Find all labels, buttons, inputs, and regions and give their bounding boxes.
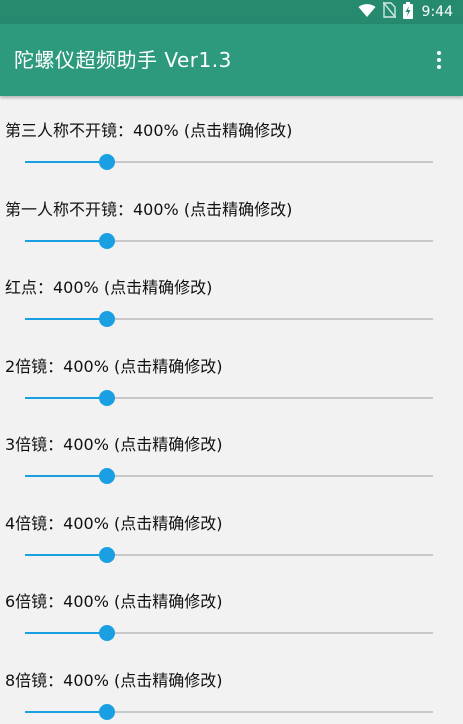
setting-row: 4倍镜：400% (点击精确修改) bbox=[0, 489, 463, 568]
slider-fill bbox=[25, 554, 107, 556]
slider-thumb[interactable] bbox=[99, 704, 115, 720]
slider-thumb[interactable] bbox=[99, 390, 115, 406]
menu-dot bbox=[437, 58, 441, 62]
slider-fill bbox=[25, 240, 107, 242]
status-bar: 9:44 bbox=[0, 0, 463, 24]
setting-row: 6倍镜：400% (点击精确修改) bbox=[0, 567, 463, 646]
slider-fill bbox=[25, 711, 107, 713]
setting-row: 3倍镜：400% (点击精确修改) bbox=[0, 410, 463, 489]
setting-label[interactable]: 6倍镜：400% (点击精确修改) bbox=[5, 588, 223, 612]
slider-thumb[interactable] bbox=[99, 547, 115, 563]
status-time: 9:44 bbox=[422, 4, 453, 20]
setting-label[interactable]: 8倍镜：400% (点击精确修改) bbox=[5, 667, 223, 691]
sensitivity-slider[interactable] bbox=[25, 152, 433, 172]
slider-thumb[interactable] bbox=[99, 468, 115, 484]
no-sim-icon bbox=[383, 2, 396, 22]
setting-label[interactable]: 2倍镜：400% (点击精确修改) bbox=[5, 353, 223, 377]
app-title: 陀螺仪超频助手 Ver1.3 bbox=[14, 44, 232, 73]
setting-label[interactable]: 4倍镜：400% (点击精确修改) bbox=[5, 510, 223, 534]
slider-fill bbox=[25, 318, 107, 320]
slider-fill bbox=[25, 397, 107, 399]
sensitivity-slider[interactable] bbox=[25, 231, 433, 251]
slider-fill bbox=[25, 161, 107, 163]
menu-dot bbox=[437, 51, 441, 55]
slider-fill bbox=[25, 475, 107, 477]
slider-thumb[interactable] bbox=[99, 625, 115, 641]
setting-row: 红点：400% (点击精确修改) bbox=[0, 253, 463, 332]
slider-thumb[interactable] bbox=[99, 154, 115, 170]
battery-charging-icon bbox=[403, 2, 413, 23]
more-vert-icon[interactable] bbox=[429, 46, 449, 74]
sensitivity-slider[interactable] bbox=[25, 309, 433, 329]
setting-label[interactable]: 第一人称不开镜：400% (点击精确修改) bbox=[5, 196, 292, 220]
slider-fill bbox=[25, 632, 107, 634]
setting-row: 第一人称不开镜：400% (点击精确修改) bbox=[0, 175, 463, 254]
menu-dot bbox=[437, 65, 441, 69]
setting-label[interactable]: 第三人称不开镜：400% (点击精确修改) bbox=[5, 117, 292, 141]
setting-label[interactable]: 红点：400% (点击精确修改) bbox=[5, 274, 212, 298]
sensitivity-settings-list: 第三人称不开镜：400% (点击精确修改) 第一人称不开镜：400% (点击精确… bbox=[0, 96, 463, 724]
setting-row: 8倍镜：400% (点击精确修改) bbox=[0, 646, 463, 724]
status-icons: 9:44 bbox=[358, 3, 453, 21]
app-bar: 陀螺仪超频助手 Ver1.3 bbox=[0, 24, 463, 96]
wifi-icon bbox=[358, 3, 376, 22]
sensitivity-slider[interactable] bbox=[25, 388, 433, 408]
setting-row: 2倍镜：400% (点击精确修改) bbox=[0, 332, 463, 411]
setting-row: 第三人称不开镜：400% (点击精确修改) bbox=[0, 96, 463, 175]
sensitivity-slider[interactable] bbox=[25, 545, 433, 565]
sensitivity-slider[interactable] bbox=[25, 702, 433, 722]
sensitivity-slider[interactable] bbox=[25, 623, 433, 643]
slider-thumb[interactable] bbox=[99, 311, 115, 327]
setting-label[interactable]: 3倍镜：400% (点击精确修改) bbox=[5, 431, 223, 455]
slider-thumb[interactable] bbox=[99, 233, 115, 249]
sensitivity-slider[interactable] bbox=[25, 466, 433, 486]
